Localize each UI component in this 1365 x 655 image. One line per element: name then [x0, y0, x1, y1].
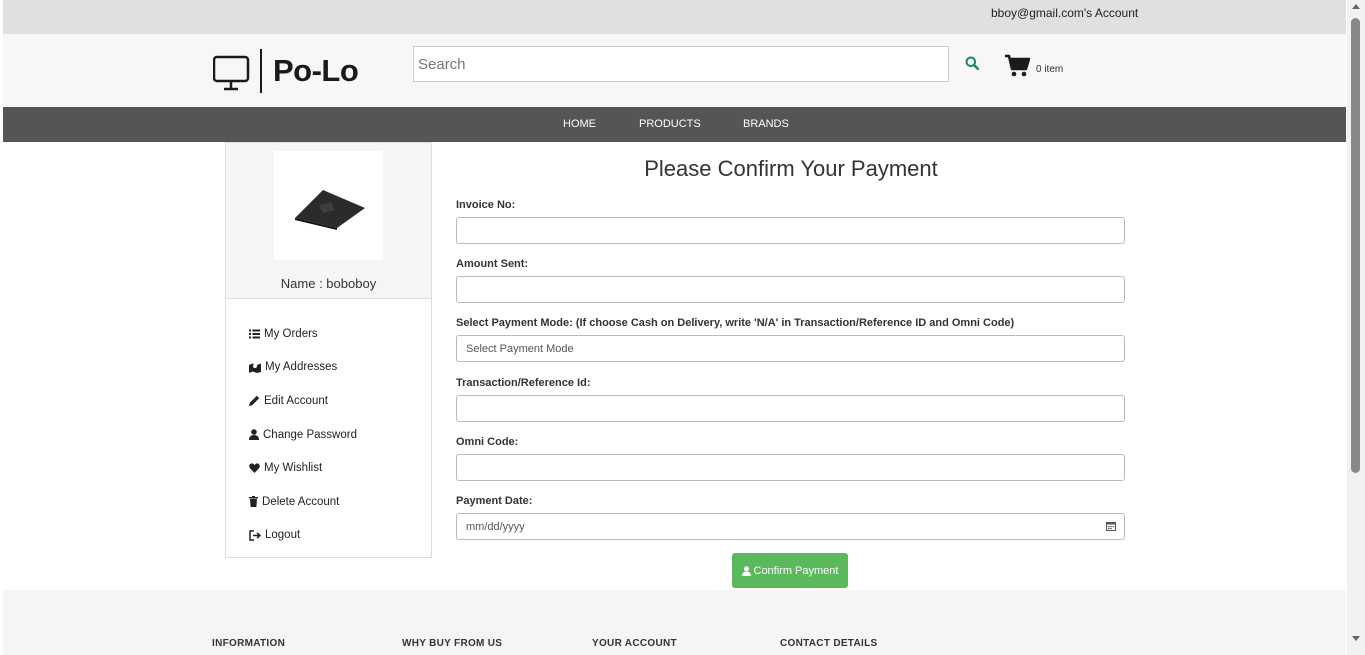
header: Po-Lo 0 item — [3, 34, 1346, 107]
payment-form: Please Confirm Your Payment Invoice No: … — [456, 142, 1126, 588]
amount-label: Amount Sent: — [456, 258, 529, 270]
user-icon — [741, 565, 751, 576]
menu-label: Edit Account — [264, 394, 328, 407]
payment-mode-label: Select Payment Mode: (If choose Cash on … — [456, 317, 1015, 329]
menu-my-orders[interactable]: My Orders — [226, 317, 431, 351]
account-sidebar: Name : boboboy My Orders My Addresses Ed… — [225, 142, 432, 558]
map-icon — [249, 363, 261, 373]
reference-label: Transaction/Reference Id: — [456, 377, 591, 389]
page-title: Please Confirm Your Payment — [644, 156, 938, 181]
list-icon — [249, 329, 260, 339]
invoice-input[interactable] — [456, 217, 1125, 244]
confirm-payment-button[interactable]: Confirm Payment — [732, 553, 848, 588]
footer-heading-why-buy: WHY BUY FROM US — [402, 638, 503, 649]
profile-name: Name : boboboy — [280, 276, 377, 291]
monitor-icon — [213, 49, 262, 93]
nav-brands[interactable]: BRANDS — [743, 118, 789, 130]
menu-label: My Addresses — [265, 361, 338, 374]
search-button[interactable] — [961, 52, 983, 74]
search-icon — [965, 56, 979, 70]
menu-label: My Orders — [264, 327, 318, 340]
amount-input[interactable] — [456, 276, 1125, 303]
cart-icon — [1005, 54, 1030, 77]
payment-date-label: Payment Date: — [456, 495, 533, 507]
payment-mode-select[interactable]: Select Payment Mode — [456, 335, 1125, 362]
omni-code-input[interactable] — [456, 454, 1125, 481]
vertical-scrollbar[interactable] — [1347, 0, 1365, 655]
footer: INFORMATION WHY BUY FROM US YOUR ACCOUNT… — [3, 590, 1346, 655]
main-nav: HOME PRODUCTS BRANDS — [3, 107, 1346, 142]
nav-products[interactable]: PRODUCTS — [639, 118, 701, 130]
logo[interactable]: Po-Lo — [213, 48, 378, 94]
menu-label: Logout — [265, 529, 301, 542]
confirm-label: Confirm Payment — [753, 564, 839, 577]
footer-heading-your-account: YOUR ACCOUNT — [592, 638, 677, 649]
menu-change-password[interactable]: Change Password — [226, 418, 431, 452]
menu-label: Delete Account — [262, 495, 340, 508]
date-placeholder: mm/dd/yyyy — [466, 521, 525, 533]
menu-my-addresses[interactable]: My Addresses — [226, 351, 431, 385]
brand-name: Po-Lo — [273, 53, 359, 88]
scroll-down-icon[interactable] — [1352, 636, 1360, 641]
account-link[interactable]: bboy@gmail.com's Account — [991, 6, 1138, 20]
laptop-image — [294, 189, 365, 230]
trash-icon — [249, 496, 258, 508]
pencil-icon — [249, 396, 260, 407]
heart-icon — [249, 463, 260, 474]
footer-heading-information: INFORMATION — [212, 638, 286, 649]
nav-home[interactable]: HOME — [563, 118, 596, 130]
menu-logout[interactable]: Logout — [226, 519, 431, 553]
footer-heading-contact: CONTACT DETAILS — [780, 638, 878, 649]
cart-button[interactable]: 0 item — [1004, 54, 1063, 78]
payment-date-input[interactable]: mm/dd/yyyy — [456, 513, 1125, 540]
account-menu: My Orders My Addresses Edit Account Chan… — [226, 299, 431, 552]
top-bar: bboy@gmail.com's Account — [3, 0, 1346, 34]
calendar-icon[interactable] — [1106, 521, 1116, 531]
omni-code-label: Omni Code: — [456, 436, 519, 448]
profile-panel: Name : boboboy — [226, 143, 431, 299]
reference-input[interactable] — [456, 395, 1125, 422]
search-input[interactable] — [413, 46, 949, 82]
menu-label: My Wishlist — [264, 462, 323, 475]
logout-icon — [249, 530, 261, 541]
menu-delete-account[interactable]: Delete Account — [226, 485, 431, 519]
scrollbar-thumb[interactable] — [1351, 18, 1360, 473]
menu-edit-account[interactable]: Edit Account — [226, 384, 431, 418]
scroll-up-icon[interactable] — [1352, 4, 1360, 9]
menu-label: Change Password — [263, 428, 357, 441]
invoice-label: Invoice No: — [456, 199, 516, 211]
user-icon — [249, 429, 259, 441]
cart-count: 0 item — [1036, 64, 1064, 75]
avatar — [274, 151, 383, 260]
menu-my-wishlist[interactable]: My Wishlist — [226, 451, 431, 485]
